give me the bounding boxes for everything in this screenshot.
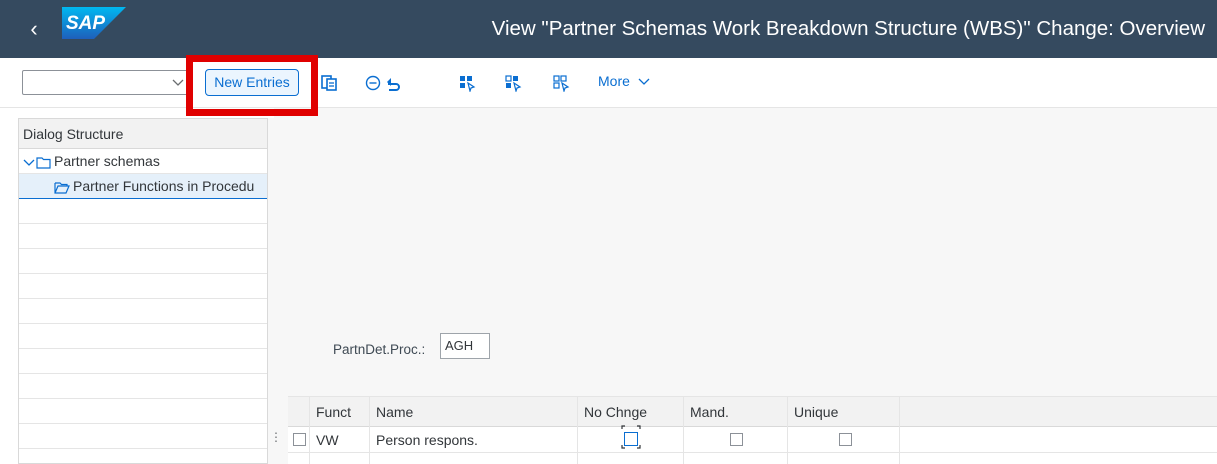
tree-empty-row (19, 274, 267, 299)
more-button[interactable]: More (598, 73, 650, 89)
cell-mand (684, 427, 788, 453)
tree-item-partner-functions[interactable]: Partner Functions in Procedu (19, 174, 267, 199)
row-selector (288, 453, 310, 464)
mand-checkbox[interactable] (730, 433, 743, 446)
toolbar: New Entries More (0, 58, 1217, 108)
shell-bar: ‹ SAP View "Partner Schemas Work Breakdo… (0, 0, 1217, 58)
tree-empty-row (19, 299, 267, 324)
cell-name (370, 453, 578, 464)
partn-det-proc-field: AGH (440, 333, 490, 359)
table-row (288, 453, 1217, 464)
column-header-no-chnge[interactable]: No Chnge (578, 397, 684, 427)
cell-funct (310, 453, 370, 464)
chevron-down-icon[interactable] (171, 75, 185, 89)
copy-as-icon[interactable] (320, 74, 338, 92)
tree-item-label: Partner Functions in Procedu (73, 178, 255, 194)
splitter-grip-icon[interactable]: ⋮ (270, 430, 282, 444)
back-button[interactable]: ‹ (20, 14, 48, 44)
tree-empty-row (19, 249, 267, 274)
folder-open-icon (54, 182, 70, 194)
sap-logo-text: SAP (66, 13, 105, 34)
tree-empty-row (19, 324, 267, 349)
chevron-down-icon[interactable] (23, 158, 35, 168)
folder-icon (36, 157, 51, 169)
delete-icon[interactable] (364, 74, 382, 92)
tree-empty-row (19, 199, 267, 224)
dialog-structure-header: Dialog Structure (19, 119, 267, 149)
column-header-funct[interactable]: Funct (310, 397, 370, 427)
cell-mand (684, 453, 788, 464)
tree-empty-row (19, 349, 267, 374)
command-field[interactable] (22, 70, 190, 95)
row-selector[interactable] (288, 427, 310, 453)
partner-functions-table: Funct Name No Chnge Mand. Unique VW Pers… (288, 396, 1217, 464)
column-header-mand[interactable]: Mand. (684, 397, 788, 427)
cell-name: Person respons. (370, 427, 578, 453)
tree-item-partner-schemas[interactable]: Partner schemas (19, 149, 267, 174)
pane-splitter[interactable] (268, 118, 274, 464)
undo-icon[interactable] (384, 74, 402, 92)
partn-det-proc-label: PartnDet.Proc.: (333, 342, 426, 357)
chevron-down-icon (638, 78, 650, 86)
select-block-icon[interactable] (504, 74, 522, 92)
unique-checkbox[interactable] (839, 433, 852, 446)
cell-no-chnge (578, 425, 684, 453)
table-header: Funct Name No Chnge Mand. Unique (288, 396, 1217, 427)
deselect-all-icon[interactable] (552, 74, 570, 92)
sap-logo: SAP (62, 7, 126, 39)
select-column-header[interactable] (288, 397, 310, 427)
cell-no-chnge (578, 453, 684, 464)
tree-item-label: Partner schemas (54, 153, 160, 169)
tree-empty-row (19, 424, 267, 449)
tree-empty-row (19, 224, 267, 249)
no-chnge-checkbox[interactable] (624, 432, 638, 446)
table-row[interactable]: VW Person respons. (288, 425, 1217, 453)
cell-unique (788, 427, 900, 453)
cell-unique (788, 453, 900, 464)
cell-funct[interactable]: VW (310, 427, 370, 453)
tree-empty-row (19, 374, 267, 399)
new-entries-button[interactable]: New Entries (205, 69, 299, 96)
column-header-name[interactable]: Name (370, 397, 578, 427)
dialog-structure-panel: Dialog Structure Partner schemas Partner… (18, 118, 268, 464)
more-label: More (598, 73, 630, 89)
tree-empty-row (19, 399, 267, 424)
row-select-checkbox[interactable] (293, 433, 306, 446)
column-header-unique[interactable]: Unique (788, 397, 900, 427)
select-all-icon[interactable] (458, 74, 476, 92)
page-title: View "Partner Schemas Work Breakdown Str… (491, 17, 1205, 40)
